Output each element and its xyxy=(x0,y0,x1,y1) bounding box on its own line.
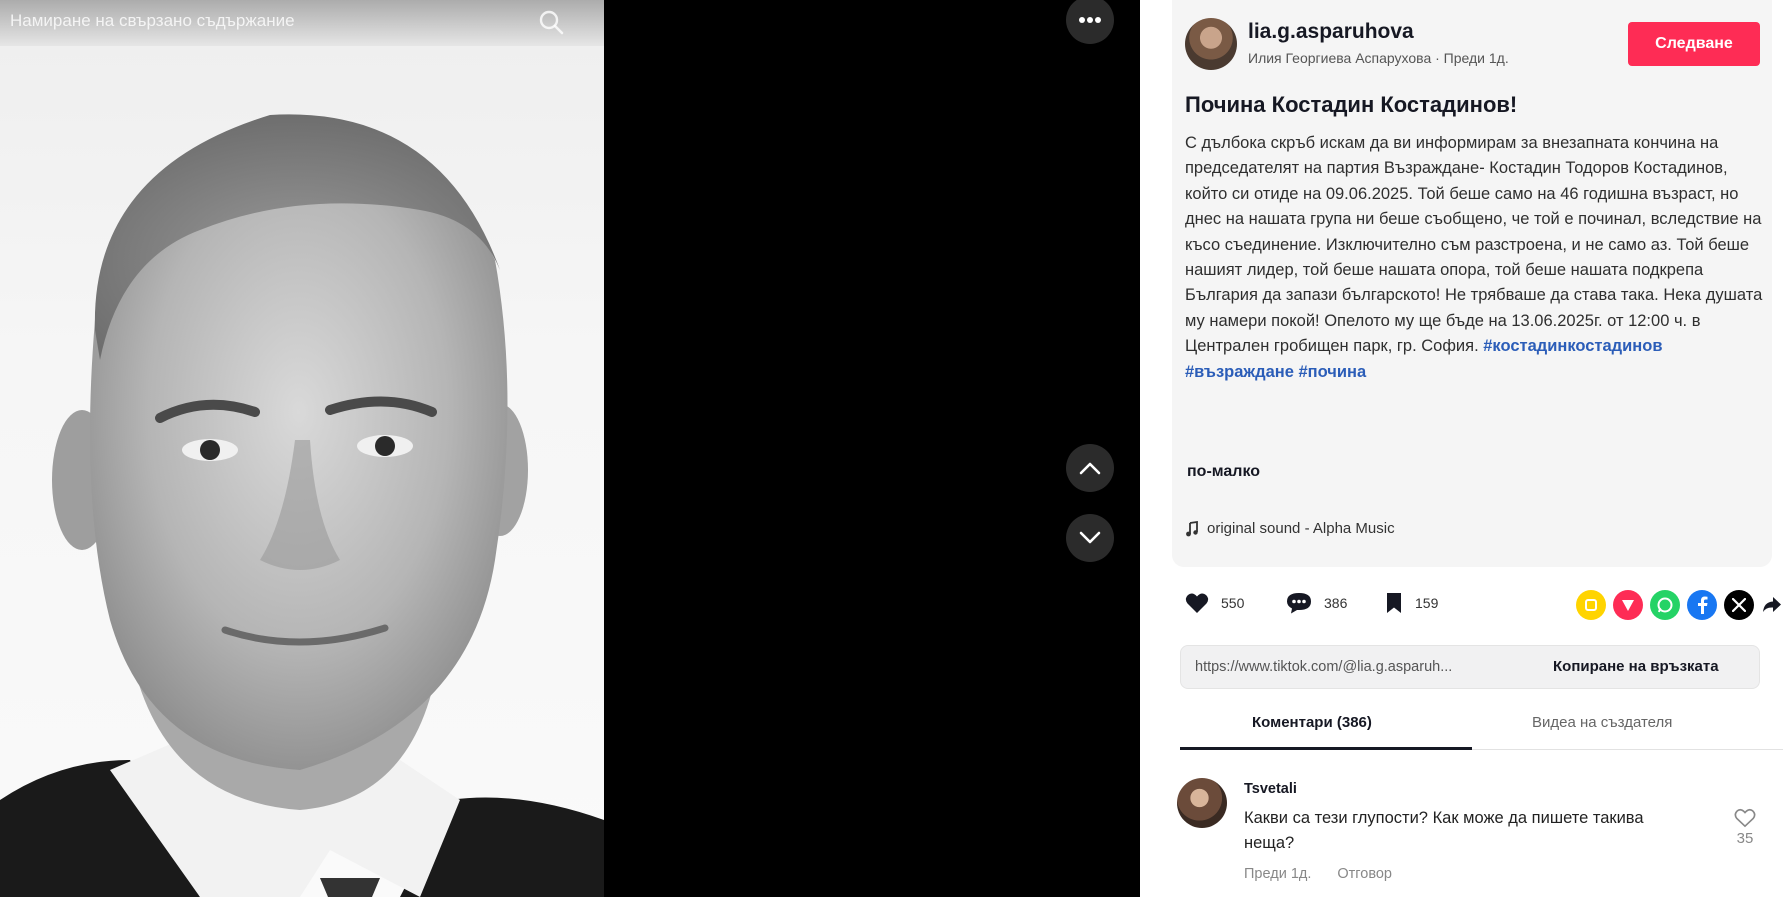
more-dots-icon xyxy=(1079,17,1101,23)
sound-title: original sound - Alpha Music xyxy=(1207,520,1395,537)
x-share-button[interactable] xyxy=(1724,590,1754,620)
commenter-username[interactable]: Tsvetali xyxy=(1244,781,1297,797)
comment-meta: Преди 1д. Отговор xyxy=(1244,866,1392,882)
post-title: Почина Костадин Костадинов! xyxy=(1185,92,1518,117)
comment-stat[interactable]: 386 xyxy=(1286,592,1347,614)
save-stat[interactable]: 159 xyxy=(1385,592,1438,614)
author-name-and-time: Илия Георгиева Аспарухова · Преди 1д. xyxy=(1248,50,1509,66)
bookmark-icon xyxy=(1387,593,1401,613)
video-url[interactable]: https://www.tiktok.com/@lia.g.asparuh... xyxy=(1195,659,1525,675)
copy-link-button[interactable]: Копиране на връзката xyxy=(1553,658,1719,675)
whatsapp-share-button[interactable] xyxy=(1650,590,1680,620)
related-search-bar[interactable]: Намиране на свързано съдържание xyxy=(0,0,604,46)
next-video-button[interactable] xyxy=(1066,514,1114,562)
comments-tabs: Коментари (386) Видеа на създателя xyxy=(1180,700,1783,750)
comment-like-button[interactable]: 35 xyxy=(1734,808,1756,847)
search-placeholder: Намиране на свързано съдържание xyxy=(10,11,295,30)
active-tab-indicator xyxy=(1180,747,1472,750)
tab-comments[interactable]: Коментари (386) xyxy=(1252,714,1372,731)
post-body-text: С дълбока скръб искам да ви информирам з… xyxy=(1185,134,1763,356)
copy-link-box: https://www.tiktok.com/@lia.g.asparuh...… xyxy=(1180,645,1760,689)
show-less-link[interactable]: по-малко xyxy=(1187,463,1260,481)
follow-button[interactable]: Следване xyxy=(1628,22,1760,66)
chevron-up-icon xyxy=(1079,462,1101,475)
comment-bubble-icon xyxy=(1287,593,1311,614)
heart-outline-icon xyxy=(1734,808,1756,828)
whatsapp-icon xyxy=(1657,597,1673,613)
hashtag-link[interactable]: #възраждане xyxy=(1185,363,1294,381)
engagement-bar: 550 386 159 xyxy=(1185,590,1781,624)
sound-link[interactable]: original sound - Alpha Music xyxy=(1185,520,1395,537)
embed-icon xyxy=(1585,599,1597,611)
comment-text: Какви са тези глупости? Как може да пише… xyxy=(1244,809,1644,852)
hashtag-link[interactable]: #почина xyxy=(1298,363,1366,381)
reply-button[interactable]: Отговор xyxy=(1337,866,1392,882)
send-to-friends-button[interactable] xyxy=(1613,590,1643,620)
facebook-share-button[interactable] xyxy=(1687,590,1717,620)
tab-creator-videos[interactable]: Видеа на създателя xyxy=(1532,714,1672,731)
save-count: 159 xyxy=(1415,595,1439,611)
share-arrow-icon xyxy=(1763,597,1781,612)
heart-icon xyxy=(1185,593,1209,613)
video-stage xyxy=(604,0,1140,897)
facebook-icon xyxy=(1698,596,1708,614)
comment-time: Преди 1д. xyxy=(1244,866,1312,882)
comment-like-count: 35 xyxy=(1736,830,1754,847)
paper-plane-icon xyxy=(1622,600,1634,611)
x-logo-icon xyxy=(1732,598,1746,612)
more-options-button[interactable] xyxy=(1066,0,1114,44)
search-icon[interactable] xyxy=(538,9,564,35)
like-stat[interactable]: 550 xyxy=(1185,592,1244,614)
music-note-icon xyxy=(1186,520,1198,536)
like-count: 550 xyxy=(1221,595,1245,611)
share-buttons xyxy=(1576,590,1783,620)
portrait-photo xyxy=(0,114,604,897)
hashtag-link[interactable]: #костадинкостадинов xyxy=(1483,337,1662,355)
author-username[interactable]: lia.g.asparuhova xyxy=(1248,20,1414,44)
embed-share-button[interactable] xyxy=(1576,590,1606,620)
previous-video-button[interactable] xyxy=(1066,444,1114,492)
video-frame: Намиране на свързано съдържание xyxy=(0,0,604,897)
chevron-down-icon xyxy=(1079,531,1101,544)
commenter-avatar[interactable] xyxy=(1177,778,1227,828)
post-description: С дълбока скръб искам да ви информирам з… xyxy=(1185,131,1765,385)
more-share-button[interactable] xyxy=(1761,590,1783,620)
comment-count: 386 xyxy=(1324,595,1348,611)
author-avatar[interactable] xyxy=(1185,18,1237,70)
post-details-panel: lia.g.asparuhova Илия Георгиева Аспарухо… xyxy=(1140,0,1783,897)
